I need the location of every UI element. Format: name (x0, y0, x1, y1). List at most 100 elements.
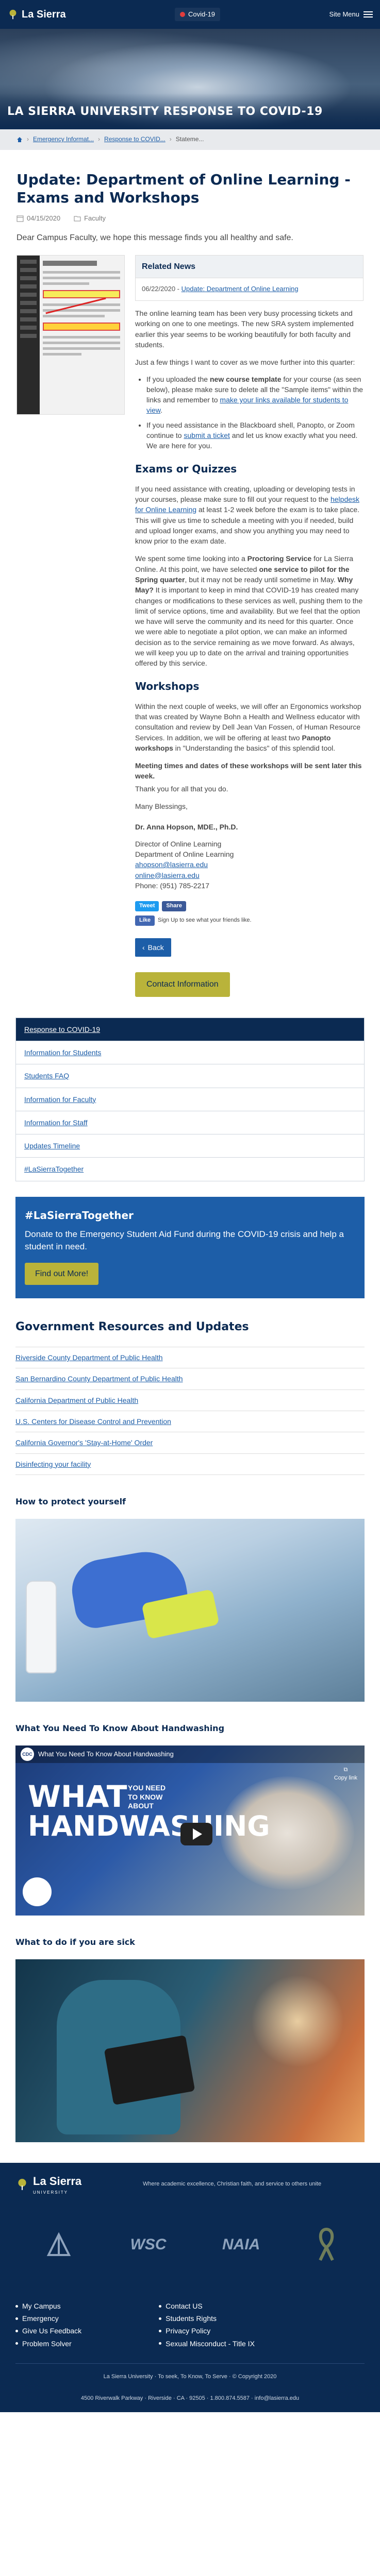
gov-link[interactable]: California Department of Public Health (15, 1396, 138, 1404)
nav-link-timeline[interactable]: Updates Timeline (24, 1142, 80, 1150)
tree-logo-icon (18, 2179, 26, 2190)
gov-link[interactable]: Riverside County Department of Public He… (15, 1353, 163, 1362)
cdc-logo-icon: CDC (21, 1748, 34, 1761)
breadcrumb-emergency[interactable]: Emergency Informat... (33, 135, 94, 144)
footer-link[interactable]: Sexual Misconduct - Title IX (166, 2338, 255, 2349)
chevron-left-icon: ‹ (142, 943, 145, 952)
bullet-1: If you uploaded the new course template … (146, 374, 364, 416)
related-news-link[interactable]: Update: Department of Online Learning (181, 285, 299, 293)
donate-callout: #LaSierraTogether Donate to the Emergenc… (15, 1196, 365, 1299)
paragraph-2: Just a few things I want to cover as we … (135, 358, 355, 367)
affiliation-logos: WSC NAIA (15, 2216, 365, 2273)
intro-text: Dear Campus Faculty, we hope this messag… (16, 233, 293, 242)
breadcrumb: › Emergency Informat... › Response to CO… (0, 129, 380, 150)
nav-link-faq[interactable]: Students FAQ (24, 1072, 69, 1080)
nav-item: Students FAQ (16, 1064, 364, 1087)
footer-link[interactable]: Contact US (166, 2301, 203, 2311)
doctor-photo (15, 1959, 365, 2143)
sick-heading: What to do if you are sick (15, 1937, 135, 1947)
find-out-more-button[interactable]: Find out More! (25, 1262, 99, 1285)
cleaning-photo (15, 1519, 365, 1702)
video-know-text: YOU NEED TO KNOW ABOUT (128, 1784, 166, 1810)
address-text: 4500 Riverwalk Parkway · Riverside · CA … (80, 2395, 300, 2401)
article-category: Faculty (74, 214, 106, 224)
footer-link[interactable]: Give Us Feedback (22, 2326, 81, 2336)
signature-name: Dr. Anna Hopson, MDE., Ph.D. (135, 823, 238, 832)
social-share-row: Tweet Share (135, 901, 364, 912)
nav-link-students[interactable]: Information for Students (24, 1048, 101, 1057)
paragraph-5: Within the next couple of weeks, we will… (135, 702, 361, 752)
footer-link[interactable]: Students Rights (166, 2313, 217, 2324)
handwashing-video[interactable]: CDC What You Need To Know About Handwash… (15, 1745, 365, 1916)
naia-logo[interactable]: NAIA (222, 2233, 260, 2256)
handwashing-section: What You Need To Know About Handwashing … (15, 1722, 365, 1916)
related-column: Related News 06/22/2020 - Update: Depart… (135, 255, 364, 997)
site-logo[interactable]: La Sierra (7, 7, 66, 22)
breadcrumb-response[interactable]: Response to COVID... (104, 135, 166, 144)
breadcrumb-separator: › (27, 135, 29, 143)
footer-tagline: Where academic excellence, Christian fai… (143, 2181, 322, 2188)
gov-resources: Government Resources and Updates Riversi… (15, 1319, 365, 1475)
back-button[interactable]: ‹ Back (135, 938, 171, 957)
bullet-list: If you uploaded the new course template … (146, 374, 364, 451)
list-item: California Governor's 'Stay-at-Home' Ord… (15, 1432, 365, 1454)
ribbon-icon[interactable] (316, 2227, 337, 2263)
wasc-logo[interactable]: WSC (130, 2233, 167, 2256)
breadcrumb-separator: › (98, 135, 101, 143)
sick-section: What to do if you are sick (15, 1936, 365, 2143)
video-title[interactable]: What You Need To Know About Handwashing (38, 1750, 174, 1759)
email-link-1[interactable]: ahopson@lasierra.edu (135, 860, 208, 869)
workshops-heading: Workshops (135, 680, 200, 692)
gov-link[interactable]: U.S. Centers for Disease Control and Pre… (15, 1417, 171, 1426)
adventist-logo-icon[interactable] (43, 2229, 74, 2260)
course-template-screenshot (16, 255, 125, 415)
content-row: Related News 06/22/2020 - Update: Depart… (16, 255, 364, 997)
gov-link[interactable]: Disinfecting your facility (15, 1460, 91, 1468)
nav-item: Information for Staff (16, 1110, 364, 1134)
handwashing-heading: What You Need To Know About Handwashing (15, 1723, 225, 1734)
share-button[interactable]: Share (162, 901, 186, 912)
footer-link[interactable]: My Campus (22, 2301, 61, 2311)
footer-link[interactable]: Emergency (22, 2313, 59, 2324)
callout-text: Donate to the Emergency Student Aid Fund… (25, 1229, 344, 1252)
nav-item: Updates Timeline (16, 1134, 364, 1157)
list-item: Riverside County Department of Public He… (15, 1347, 365, 1369)
site-menu-button[interactable]: Site Menu (329, 10, 373, 20)
home-icon[interactable] (16, 137, 23, 143)
site-menu-label: Site Menu (329, 10, 359, 18)
signature-phone: Phone: (951) 785-2217 (135, 881, 209, 890)
copy-link-button[interactable]: ⧉ Copy link (334, 1766, 357, 1783)
nav-link-faculty[interactable]: Information for Faculty (24, 1095, 96, 1104)
tweet-button[interactable]: Tweet (135, 901, 159, 912)
paragraph-6: Meeting times and dates of these worksho… (135, 761, 362, 781)
site-footer: La Sierra UNIVERSITY Where academic excel… (0, 2163, 380, 2412)
list-item: Disinfecting your facility (15, 1454, 365, 1475)
submit-ticket-link[interactable]: submit a ticket (184, 431, 229, 439)
bullet-2: If you need assistance in the Blackboard… (146, 420, 364, 451)
covid-alert-button[interactable]: Covid-19 (175, 7, 221, 22)
nav-link-together[interactable]: #LaSierraTogether (24, 1165, 84, 1173)
hero-title: LA SIERRA UNIVERSITY RESPONSE TO COVID-1… (7, 105, 323, 118)
play-icon[interactable] (180, 1823, 212, 1846)
back-label: Back (147, 943, 164, 952)
nav-item: #LaSierraTogether (16, 1157, 364, 1180)
like-button[interactable]: Like (135, 916, 155, 926)
footer-logo[interactable]: La Sierra UNIVERSITY (15, 2173, 81, 2195)
footer-top: La Sierra UNIVERSITY Where academic excel… (15, 2173, 365, 2195)
gov-link[interactable]: California Governor's 'Stay-at-Home' Ord… (15, 1438, 153, 1447)
contact-information-button[interactable]: Contact Information (135, 972, 230, 997)
calendar-icon (16, 215, 24, 222)
callout-heading: #LaSierraTogether (25, 1209, 134, 1222)
exams-heading: Exams or Quizzes (135, 462, 237, 475)
nav-link-staff[interactable]: Information for Staff (24, 1118, 88, 1127)
hero-banner: LA SIERRA UNIVERSITY RESPONSE TO COVID-1… (0, 29, 380, 129)
nav-item-active[interactable]: Response to COVID-19 (16, 1018, 364, 1041)
footer-link[interactable]: Problem Solver (22, 2338, 72, 2349)
category-text: Faculty (84, 214, 106, 222)
breadcrumb-separator: › (169, 135, 172, 143)
footer-link[interactable]: Privacy Policy (166, 2326, 210, 2336)
brand-name: La Sierra (22, 8, 66, 20)
email-link-2[interactable]: online@lasierra.edu (135, 871, 200, 879)
gov-link[interactable]: San Bernardino County Department of Publ… (15, 1375, 183, 1383)
nav-item: Information for Students (16, 1040, 364, 1064)
